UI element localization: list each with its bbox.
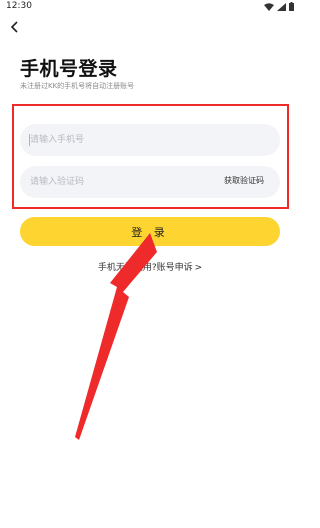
wifi-icon — [264, 2, 274, 11]
page-title: 手机号登录 — [20, 58, 118, 80]
annotation-highlight-box — [12, 104, 289, 209]
signal-icon — [277, 2, 286, 11]
login-button[interactable]: 登 录 — [20, 217, 280, 246]
status-icons — [264, 2, 294, 11]
chevron-right-icon: > — [194, 263, 203, 273]
battery-icon — [289, 2, 294, 11]
account-appeal-label: 手机无法使用?账号申诉 — [97, 263, 193, 273]
status-time: 12:30 — [6, 1, 32, 11]
back-button[interactable] — [6, 18, 24, 36]
status-bar: 12:30 — [0, 0, 300, 14]
account-appeal-link[interactable]: 手机无法使用?账号申诉 > — [0, 260, 300, 273]
page-subtitle: 未注册过KK的手机号将自动注册账号 — [20, 82, 135, 90]
chevron-left-icon — [10, 21, 18, 33]
